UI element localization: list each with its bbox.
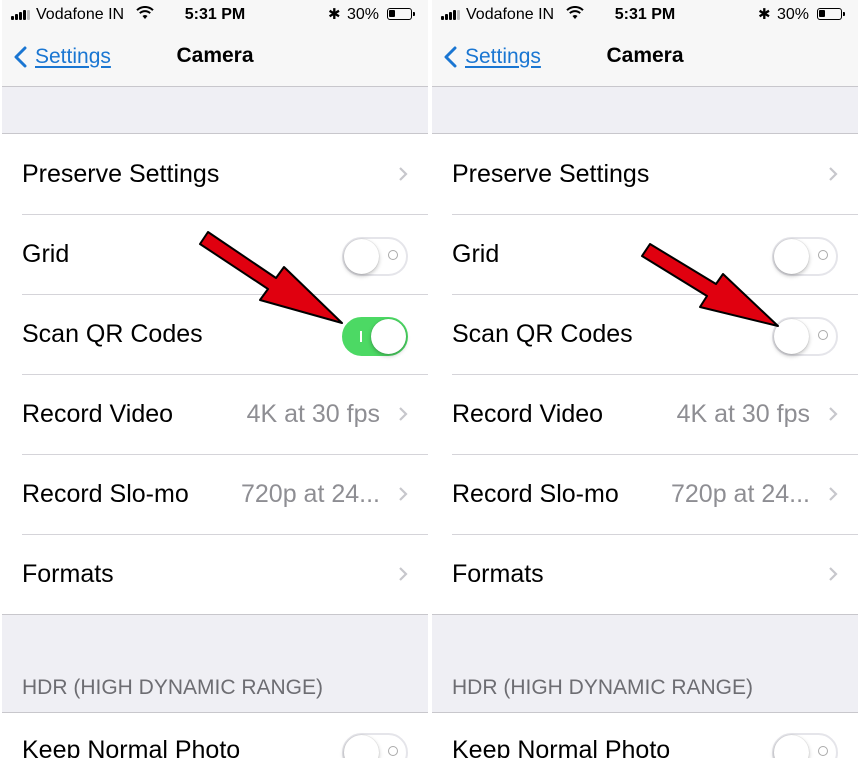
formats-row[interactable]: Formats <box>432 534 858 614</box>
hdr-settings-list: Keep Normal Photo <box>432 712 858 758</box>
scan-qr-codes-row: Scan QR Codes <box>2 294 428 374</box>
scan-qr-codes-row: Scan QR Codes <box>432 294 858 374</box>
chevron-right-icon <box>829 567 838 581</box>
row-label: Formats <box>452 560 544 588</box>
bluetooth-icon: ✱ <box>328 6 341 23</box>
grid-toggle[interactable] <box>772 237 838 276</box>
grid-row: Grid <box>432 214 858 294</box>
row-label: Scan QR Codes <box>452 320 633 348</box>
chevron-right-icon <box>399 567 408 581</box>
chevron-right-icon <box>829 167 838 181</box>
scan-qr-codes-toggle[interactable] <box>772 317 838 356</box>
row-label: Grid <box>22 240 70 268</box>
row-value: 720p at 24... <box>240 480 380 508</box>
record-slo-mo-row[interactable]: Record Slo-mo 720p at 24... <box>432 454 858 534</box>
camera-settings-list: Preserve Settings Grid Scan QR Codes Rec… <box>2 133 428 615</box>
grid-row: Grid <box>2 214 428 294</box>
status-bar: Vodafone IN 5:31 PM ✱ 30% <box>432 0 858 30</box>
row-label: Record Video <box>452 400 604 428</box>
settings-screen-after: Vodafone IN 5:31 PM ✱ 30% Settings Camer… <box>432 0 858 758</box>
record-slo-mo-row[interactable]: Record Slo-mo 720p at 24... <box>2 454 428 534</box>
section-header: HDR (HIGH DYNAMIC RANGE) <box>22 676 324 699</box>
row-label: Record Slo-mo <box>22 480 189 508</box>
row-label: Keep Normal Photo <box>22 736 241 758</box>
row-label: Preserve Settings <box>452 160 650 188</box>
keep-normal-photo-toggle[interactable] <box>342 733 408 758</box>
keep-normal-photo-row: Keep Normal Photo <box>432 713 858 758</box>
row-value: 4K at 30 fps <box>676 400 810 428</box>
formats-row[interactable]: Formats <box>2 534 428 614</box>
section-header: HDR (HIGH DYNAMIC RANGE) <box>452 676 754 699</box>
camera-settings-list: Preserve Settings Grid Scan QR Codes Rec… <box>432 133 858 615</box>
navigation-bar: Settings Camera <box>432 30 858 87</box>
preserve-settings-row[interactable]: Preserve Settings <box>2 134 428 214</box>
row-label: Scan QR Codes <box>22 320 203 348</box>
record-video-row[interactable]: Record Video 4K at 30 fps <box>2 374 428 454</box>
row-label: Record Slo-mo <box>452 480 619 508</box>
row-label: Keep Normal Photo <box>452 736 671 758</box>
scan-qr-codes-toggle[interactable] <box>342 317 408 356</box>
row-value: 720p at 24... <box>670 480 810 508</box>
bluetooth-icon: ✱ <box>758 6 771 23</box>
record-video-row[interactable]: Record Video 4K at 30 fps <box>432 374 858 454</box>
preserve-settings-row[interactable]: Preserve Settings <box>432 134 858 214</box>
keep-normal-photo-row: Keep Normal Photo <box>2 713 428 758</box>
chevron-right-icon <box>399 407 408 421</box>
keep-normal-photo-toggle[interactable] <box>772 733 838 758</box>
page-title: Camera <box>606 44 684 67</box>
grid-toggle[interactable] <box>342 237 408 276</box>
battery-icon <box>817 8 845 20</box>
row-value: 4K at 30 fps <box>246 400 380 428</box>
chevron-right-icon <box>399 167 408 181</box>
battery-percent: 30% <box>347 6 380 23</box>
battery-percent: 30% <box>777 6 810 23</box>
page-title: Camera <box>176 44 254 67</box>
chevron-right-icon <box>829 407 838 421</box>
row-label: Formats <box>22 560 114 588</box>
row-label: Preserve Settings <box>22 160 220 188</box>
chevron-right-icon <box>399 487 408 501</box>
row-label: Record Video <box>22 400 174 428</box>
row-label: Grid <box>452 240 500 268</box>
settings-screen-before: Vodafone IN 5:31 PM ✱ 30% Settings Camer… <box>2 0 428 758</box>
hdr-settings-list: Keep Normal Photo <box>2 712 428 758</box>
battery-icon <box>387 8 415 20</box>
chevron-right-icon <box>829 487 838 501</box>
navigation-bar: Settings Camera <box>2 30 428 87</box>
status-bar: Vodafone IN 5:31 PM ✱ 30% <box>2 0 428 30</box>
